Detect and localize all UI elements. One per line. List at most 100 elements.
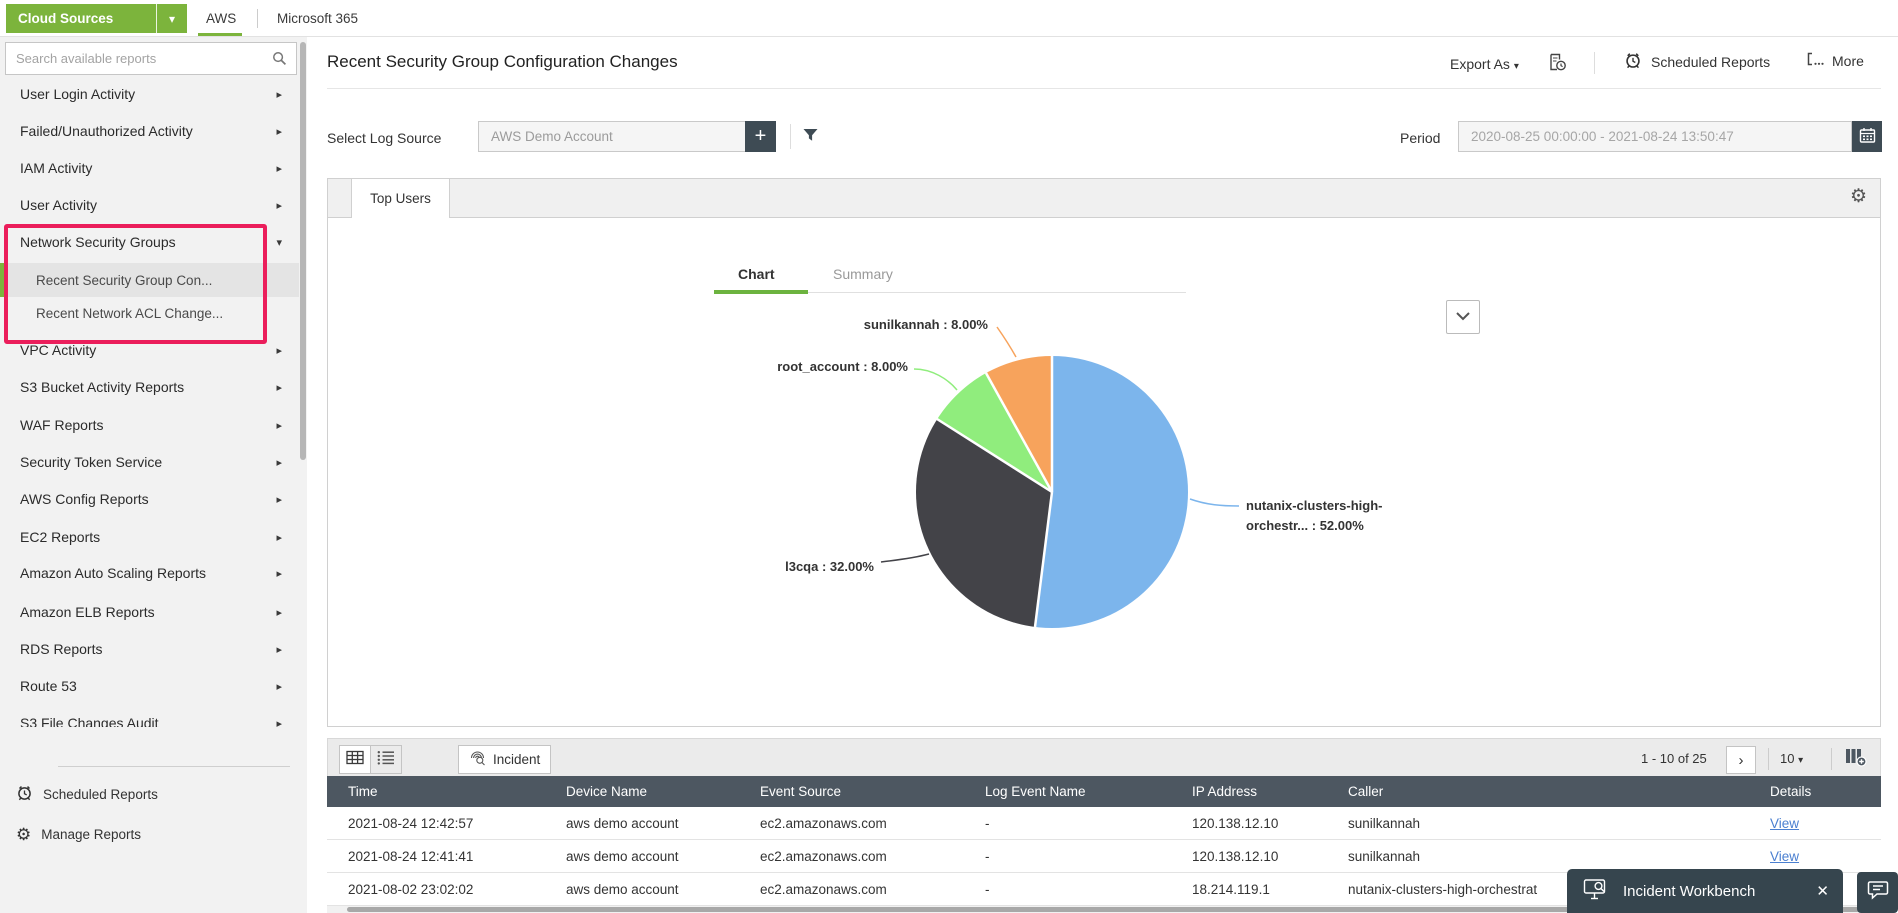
chart-tab-rule [808,292,1186,293]
close-icon[interactable]: ✕ [1816,882,1829,900]
pie-chart[interactable] [916,356,1188,628]
scheduled-reports-button[interactable]: Scheduled Reports [1624,51,1770,72]
table-row: 2021-08-24 12:42:57 aws demo account ec2… [327,807,1881,840]
sidebar-item-amazon-auto-scaling-reports[interactable]: Amazon Auto Scaling Reports▸ [0,558,296,588]
calendar-icon [1859,127,1876,147]
panel-settings-gear-icon[interactable]: ⚙ [1850,187,1867,206]
sidebar-item-recent-security-group-changes[interactable]: Recent Security Group Con... [0,265,296,295]
more-button[interactable]: More [1806,51,1864,70]
cloud-sources-label: Cloud Sources [6,4,156,33]
col-event-source: Event Source [760,784,985,799]
chart-tab-active-underline [714,290,808,294]
header-divider [1594,52,1595,74]
export-history-icon[interactable] [1548,53,1567,77]
cloud-sources-dropdown[interactable]: Cloud Sources ▾ [6,4,187,33]
grid-icon [346,750,364,770]
toolbar-divider [1768,748,1769,770]
next-page-button[interactable]: › [1726,746,1756,774]
chevron-right-icon: ▸ [276,162,282,175]
chevron-down-icon: ▾ [156,4,187,33]
toolbar-divider [1831,748,1832,770]
sidebar-item-iam-activity[interactable]: IAM Activity▸ [0,153,296,183]
sidebar-item-waf-reports[interactable]: WAF Reports▸ [0,410,296,440]
view-link[interactable]: View [1770,849,1799,864]
log-source-input[interactable] [478,121,746,152]
period-label: Period [1400,130,1440,146]
chevron-right-icon: ▸ [276,344,282,357]
view-link[interactable]: View [1770,816,1799,831]
export-as-button[interactable]: Export As ▾ [1450,56,1519,72]
tab-aws[interactable]: AWS [206,11,236,26]
chevron-right-icon: ▸ [276,531,282,544]
log-source-label: Select Log Source [327,130,441,146]
sidebar-item-user-activity[interactable]: User Activity▸ [0,190,296,220]
add-log-source-button[interactable]: + [745,121,776,152]
monitor-search-icon [1583,878,1609,905]
grid-view-button[interactable] [339,745,371,774]
filter-funnel-icon[interactable] [802,128,819,148]
chat-bubble-button[interactable] [1857,872,1898,913]
sidebar-item-s3-bucket-activity-reports[interactable]: S3 Bucket Activity Reports▸ [0,372,296,402]
chevron-down-icon [1455,308,1471,326]
incident-button[interactable]: Incident [458,745,551,774]
sidebar-item-s3-file-changes-audit[interactable]: S3 File Changes Audit▸ [0,708,296,727]
panel-tab-bar [328,179,1880,218]
sidebar-menu: User Login Activity▸ Failed/Unauthorized… [0,37,299,727]
chevron-right-icon: ▸ [276,88,282,101]
sidebar: User Login Activity▸ Failed/Unauthorized… [0,37,307,913]
page-size-dropdown[interactable]: 10 ▾ [1780,751,1803,766]
more-bracket-icon [1806,51,1824,70]
list-icon [377,750,395,770]
period-input[interactable] [1458,121,1852,152]
collapse-chart-button[interactable] [1446,300,1480,334]
column-settings-icon[interactable] [1845,747,1867,772]
col-ip-address: IP Address [1192,784,1348,799]
alarm-clock-icon [16,784,33,804]
pie-label-root-account: root_account : 8.00% [777,359,908,374]
chevron-right-icon: ▸ [276,643,282,656]
chevron-down-icon: ▾ [276,236,282,249]
sidebar-item-route-53[interactable]: Route 53▸ [0,671,296,701]
sidebar-item-rds-reports[interactable]: RDS Reports▸ [0,634,296,664]
list-view-button[interactable] [370,745,402,774]
gear-icon: ⚙ [16,826,31,843]
tab-divider [257,9,258,28]
pie-label-sunilkannah: sunilkannah : 8.00% [864,317,988,332]
filter-divider [790,124,791,149]
sidebar-scheduled-reports-link[interactable]: Scheduled Reports [16,782,158,806]
sidebar-item-recent-network-acl-changes[interactable]: Recent Network ACL Change... [0,298,296,328]
col-device-name: Device Name [566,784,760,799]
fingerprint-search-icon [469,750,486,769]
sidebar-item-network-security-groups[interactable]: Network Security Groups▾ [0,227,296,257]
incident-workbench-bar[interactable]: Incident Workbench ✕ [1567,869,1843,913]
pagination-range: 1 - 10 of 25 [1641,751,1707,766]
chevron-down-icon: ▾ [1798,755,1803,766]
chevron-right-icon: ▸ [276,606,282,619]
sidebar-item-user-login-activity[interactable]: User Login Activity▸ [0,79,296,109]
sidebar-item-ec2-reports[interactable]: EC2 Reports▸ [0,522,296,552]
table-header: Time Device Name Event Source Log Event … [327,776,1881,807]
col-time: Time [348,784,566,799]
tab-chart[interactable]: Chart [738,266,775,282]
col-details: Details [1770,784,1881,799]
sidebar-item-aws-config-reports[interactable]: AWS Config Reports▸ [0,484,296,514]
chevron-right-icon: ▸ [276,680,282,693]
chevron-right-icon: ▸ [276,125,282,138]
chevron-right-icon: ▸ [276,493,282,506]
calendar-button[interactable] [1852,121,1882,152]
sidebar-manage-reports-link[interactable]: ⚙ Manage Reports [16,822,141,846]
sidebar-item-amazon-elb-reports[interactable]: Amazon ELB Reports▸ [0,597,296,627]
chevron-right-icon: ▸ [276,567,282,580]
tab-microsoft-365[interactable]: Microsoft 365 [277,11,358,26]
incident-workbench-title: Incident Workbench [1623,883,1816,900]
sidebar-item-failed-unauthorized-activity[interactable]: Failed/Unauthorized Activity▸ [0,116,296,146]
chevron-right-icon: ▸ [276,381,282,394]
sidebar-item-vpc-activity[interactable]: VPC Activity▸ [0,335,296,365]
tab-summary[interactable]: Summary [833,266,893,282]
tab-top-users[interactable]: Top Users [351,179,450,218]
pie-label-nutanix: nutanix-clusters-high- orchestr... : 52.… [1246,496,1383,535]
sidebar-scrollbar[interactable] [300,42,306,460]
sidebar-item-security-token-service[interactable]: Security Token Service▸ [0,447,296,477]
app-root: Cloud Sources ▾ AWS Microsoft 365 User L… [0,0,1898,913]
sidebar-footer-divider [58,766,290,767]
